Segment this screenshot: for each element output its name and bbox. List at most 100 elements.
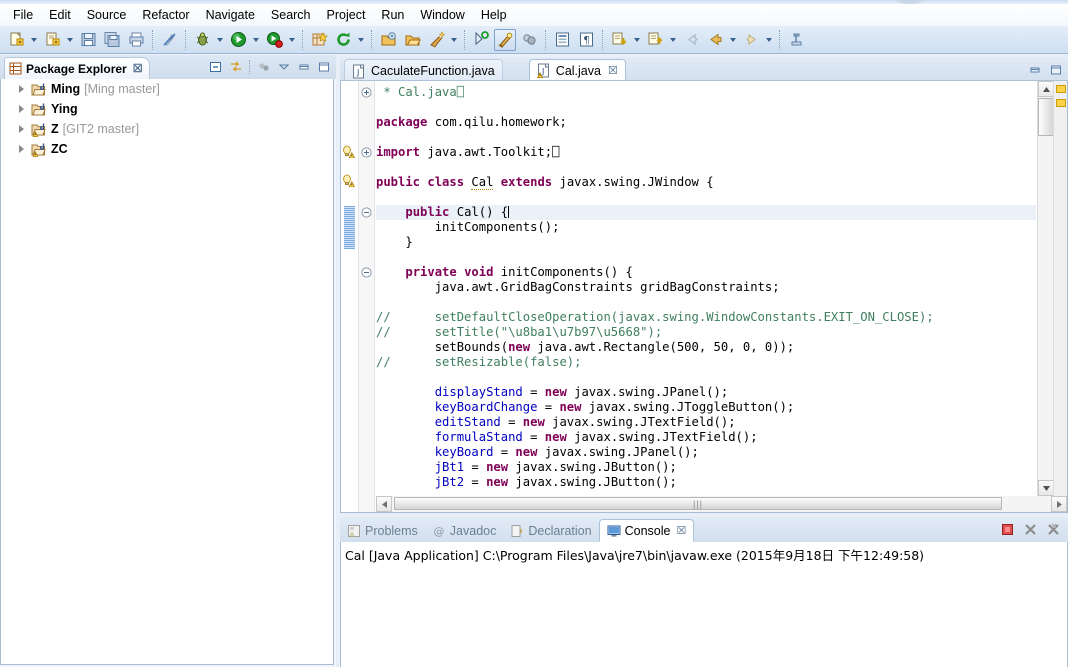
remove-all-terminated-button[interactable] [1045, 521, 1062, 538]
new-java-class-button[interactable] [41, 29, 63, 51]
code-line[interactable]: public Cal() { [376, 205, 1036, 220]
menu-refactor[interactable]: Refactor [134, 5, 197, 25]
remove-launch-button[interactable] [1022, 521, 1039, 538]
code-line[interactable]: import java.awt.Toolkit;⎕ [376, 145, 1036, 160]
code-line[interactable]: formulaStand = new javax.swing.JTextFiel… [376, 430, 1036, 445]
console-tab-console[interactable]: Console ☒ [598, 519, 695, 542]
code-line[interactable]: // setDefaultCloseOperation(javax.swing.… [376, 310, 1036, 325]
menu-search[interactable]: Search [263, 5, 319, 25]
focus-task-button[interactable] [255, 58, 272, 75]
quick-fix-button[interactable] [425, 29, 447, 51]
scroll-up-arrow-icon[interactable] [1038, 81, 1054, 97]
code-line[interactable]: public class Cal extends javax.swing.JWi… [376, 175, 1036, 190]
console-output[interactable]: Cal [Java Application] C:\Program Files\… [340, 542, 1068, 667]
editor-vertical-scrollbar[interactable] [1037, 81, 1054, 496]
expand-arrow-icon[interactable] [17, 144, 27, 154]
tree-item-ying[interactable]: Ying [1, 99, 333, 119]
close-icon[interactable]: ☒ [608, 64, 618, 77]
horizontal-scrollbar-thumb[interactable]: ||| [394, 497, 1002, 510]
code-line[interactable]: initComponents(); [376, 220, 1036, 235]
fold-toggle-minus-icon[interactable] [359, 265, 374, 280]
menu-navigate[interactable]: Navigate [198, 5, 263, 25]
menu-file[interactable]: File [5, 5, 41, 25]
tree-item-zc[interactable]: ZC [1, 139, 333, 159]
code-line[interactable]: keyBoard = new javax.swing.JPanel(); [376, 445, 1036, 460]
toggle-mark-occurrences-button[interactable] [158, 29, 180, 51]
debug-button[interactable] [191, 29, 213, 51]
open-task-button[interactable] [401, 29, 423, 51]
run-external-tools-button[interactable] [263, 29, 285, 51]
tab-package-explorer[interactable]: Package Explorer ☒ [4, 57, 150, 79]
refresh-button[interactable] [332, 29, 354, 51]
console-tab-declaration[interactable]: Declaration [503, 519, 598, 542]
code-text-area[interactable]: * Cal.java⎕ package com.qilu.homework; imp… [376, 81, 1036, 496]
close-icon[interactable]: ☒ [676, 524, 686, 537]
code-line[interactable] [376, 370, 1036, 385]
new-java-project-button[interactable] [308, 29, 330, 51]
terminate-button[interactable] [999, 521, 1016, 538]
code-line[interactable]: } [376, 235, 1036, 250]
code-line[interactable]: package com.qilu.homework; [376, 115, 1036, 130]
annotate-button[interactable] [494, 28, 516, 51]
code-line[interactable] [376, 190, 1036, 205]
open-type-button[interactable] [377, 29, 399, 51]
scroll-right-arrow-icon[interactable] [1051, 496, 1067, 512]
chevron-down-icon[interactable] [355, 29, 366, 51]
fold-toggle-plus-icon[interactable] [359, 85, 374, 100]
warning-marker-1[interactable] [1056, 85, 1066, 93]
tree-item-ming[interactable]: Ming [Ming master] [1, 79, 333, 99]
scroll-left-arrow-icon[interactable] [376, 496, 392, 512]
chevron-down-icon[interactable] [28, 29, 39, 51]
editor-folding-gutter[interactable] [359, 81, 375, 512]
run-button[interactable] [227, 29, 249, 51]
outline-button[interactable] [551, 29, 573, 51]
editor-horizontal-scrollbar[interactable]: ||| [376, 496, 1067, 512]
menu-edit[interactable]: Edit [41, 5, 79, 25]
view-menu-button[interactable] [275, 58, 292, 75]
code-line[interactable]: keyBoardChange = new javax.swing.JToggle… [376, 400, 1036, 415]
code-line[interactable]: jBt2 = new javax.swing.JButton(); [376, 475, 1036, 490]
close-icon[interactable]: ☒ [133, 62, 143, 75]
warning-marker-2[interactable] [1056, 99, 1066, 107]
warning-marker-icon[interactable] [341, 144, 358, 159]
code-line[interactable] [376, 295, 1036, 310]
horizontal-scrollbar-track[interactable]: ||| [392, 496, 1051, 512]
fold-toggle-minus-icon[interactable] [359, 205, 374, 220]
minimize-view-button[interactable] [295, 58, 312, 75]
minimize-editor-button[interactable] [1026, 61, 1043, 78]
editor-annotation-gutter[interactable] [341, 81, 359, 512]
console-tab-javadoc[interactable]: @ Javadoc [425, 519, 504, 542]
save-all-button[interactable] [101, 29, 123, 51]
code-line[interactable]: displayStand = new javax.swing.JPanel(); [376, 385, 1036, 400]
forward-button[interactable] [740, 29, 762, 51]
chevron-down-icon[interactable] [214, 29, 225, 51]
chevron-down-icon[interactable] [286, 29, 297, 51]
code-line[interactable]: jBt1 = new javax.swing.JButton(); [376, 460, 1036, 475]
save-button[interactable] [77, 29, 99, 51]
editor-tab-cal-java[interactable]: J Cal.java ☒ [528, 59, 626, 82]
chevron-down-icon[interactable] [763, 29, 774, 51]
menu-help[interactable]: Help [473, 5, 515, 25]
expand-arrow-icon[interactable] [17, 84, 27, 94]
collapse-all-button[interactable] [207, 58, 224, 75]
new-wizard-button[interactable] [5, 29, 27, 51]
search-button[interactable] [470, 29, 492, 51]
scroll-down-arrow-icon[interactable] [1038, 480, 1054, 496]
coverage-button[interactable] [518, 29, 540, 51]
code-line[interactable] [376, 130, 1036, 145]
code-line[interactable]: // setResizable(false); [376, 355, 1036, 370]
editor-overview-ruler[interactable] [1053, 81, 1067, 496]
code-line[interactable]: java.awt.GridBagConstraints gridBagConst… [376, 280, 1036, 295]
link-editor-button[interactable] [227, 58, 244, 75]
console-tab-problems[interactable]: Problems [340, 519, 425, 542]
paragraph-button[interactable]: ¶ [575, 29, 597, 51]
expand-arrow-icon[interactable] [17, 124, 27, 134]
chevron-down-icon[interactable] [667, 29, 678, 51]
code-line[interactable]: * Cal.java⎕ [376, 85, 1036, 100]
code-line[interactable]: private void initComponents() { [376, 265, 1036, 280]
code-line[interactable]: editStand = new javax.swing.JTextField()… [376, 415, 1036, 430]
menu-window[interactable]: Window [412, 5, 472, 25]
code-line[interactable] [376, 160, 1036, 175]
fold-toggle-plus-icon[interactable] [359, 145, 374, 160]
menu-project[interactable]: Project [319, 5, 374, 25]
